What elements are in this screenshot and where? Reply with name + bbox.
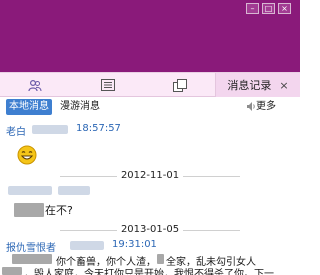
message-text: 在不? xyxy=(45,204,73,217)
tab-close-icon[interactable]: × xyxy=(279,79,288,92)
message-time: 19:31:01 xyxy=(112,239,157,250)
redacted-text xyxy=(12,254,52,264)
window-header: – □ × xyxy=(0,0,300,72)
multi-window-icon xyxy=(173,78,187,92)
message-text: ，毁人家庭，今天打你只是开始，我恨不得杀了你。下一 xyxy=(24,269,274,275)
tab-list[interactable] xyxy=(70,73,145,97)
redacted-id xyxy=(70,241,104,250)
contact-icon xyxy=(28,79,42,91)
subtab-local-messages[interactable]: 本地消息 xyxy=(6,99,52,115)
message-sender: 报仇雪恨者 xyxy=(6,243,56,254)
close-icon[interactable]: × xyxy=(278,3,291,14)
redacted-sender xyxy=(8,186,52,195)
smile-emoticon-icon xyxy=(17,145,37,165)
date-label: 2012-11-01 xyxy=(116,170,184,181)
subtab-bar: 本地消息 漫游消息 更多 xyxy=(0,98,300,116)
list-icon xyxy=(100,79,115,91)
date-label: 2013-01-05 xyxy=(116,224,184,235)
redacted-text xyxy=(2,267,22,275)
tab-message-history-label: 消息记录 xyxy=(227,79,272,92)
date-separator: 2012-11-01 xyxy=(0,170,300,181)
subtab-roaming-messages[interactable]: 漫游消息 xyxy=(57,99,103,115)
redacted-time xyxy=(58,186,90,195)
redacted-text xyxy=(157,254,164,264)
message-sender: 老白 xyxy=(6,127,26,138)
tab-message-history[interactable]: 消息记录 × xyxy=(215,73,300,97)
tab-windows[interactable] xyxy=(145,73,215,97)
message-list: 老白 18:57:57 2012-11-01 在不? 2013-01-05 报仇… xyxy=(0,117,300,275)
message-time: 18:57:57 xyxy=(76,123,121,134)
tab-contacts[interactable] xyxy=(0,73,70,97)
redacted-text xyxy=(14,203,44,217)
maximize-icon[interactable]: □ xyxy=(262,3,275,14)
date-separator: 2013-01-05 xyxy=(0,224,300,235)
redacted-id xyxy=(32,125,68,134)
tab-bar: 消息记录 × xyxy=(0,72,300,97)
more-button[interactable]: 更多 xyxy=(256,99,276,115)
speaker-icon[interactable] xyxy=(246,101,256,112)
minimize-icon[interactable]: – xyxy=(246,3,259,14)
